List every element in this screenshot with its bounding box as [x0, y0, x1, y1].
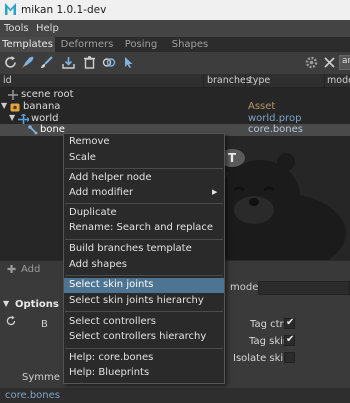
option-label-fragment: B: [41, 319, 48, 330]
toolbar: [0, 52, 350, 74]
cross-node-icon: [8, 90, 18, 100]
tree-item-type: world.prop: [248, 113, 302, 124]
plus-icon[interactable]: ✚: [7, 263, 16, 276]
check-icon: ✔: [286, 334, 295, 345]
mode-label: mode: [230, 282, 259, 293]
menu-item-select-skin-joints[interactable]: Select skin joints: [64, 278, 224, 293]
tab-shapes[interactable]: Shapes: [165, 37, 215, 52]
menubar: Tools Help: [0, 20, 350, 37]
refresh-icon[interactable]: [5, 315, 17, 327]
tab-deformers[interactable]: Deformers: [57, 37, 117, 52]
mode-field[interactable]: [258, 281, 350, 295]
window-title: mikan 1.0.1-dev: [21, 4, 107, 16]
tree-item-label: world: [31, 113, 59, 124]
settings-gear-icon[interactable]: [304, 55, 319, 70]
collapse-arrow-icon[interactable]: ▼: [3, 299, 9, 308]
menu-item-help-core-bones[interactable]: Help: core.bones: [64, 351, 224, 366]
isolate-skin-checkbox[interactable]: [284, 352, 295, 363]
bone-icon: [28, 125, 38, 135]
menu-item-scale[interactable]: Scale: [64, 151, 224, 166]
menu-tools[interactable]: Tools: [4, 23, 29, 34]
search-input[interactable]: ar: [339, 55, 350, 70]
tree-item-type: Asset: [248, 101, 276, 112]
column-mode[interactable]: mode: [327, 75, 350, 86]
tree-item-label: bone: [40, 124, 65, 135]
mascot-bear-image: T: [210, 149, 346, 263]
tools-icon[interactable]: [322, 55, 337, 70]
tree-item-label: scene root: [21, 89, 74, 100]
menu-help[interactable]: Help: [36, 23, 59, 34]
menu-item-select-skin-joints-hierarchy[interactable]: Select skin joints hierarchy: [64, 294, 224, 309]
refresh-icon[interactable]: [3, 55, 18, 70]
tab-templates[interactable]: Templates: [0, 37, 55, 52]
option-label-fragment: Symme: [22, 372, 60, 383]
tag-ctrl-checkbox[interactable]: ✔: [284, 317, 295, 329]
svg-text:T: T: [228, 151, 237, 165]
menu-item-select-controllers-hierarchy[interactable]: Select controllers hierarchy: [64, 330, 224, 345]
isolate-skin-label: Isolate skin: [233, 353, 290, 364]
menu-item-duplicate[interactable]: Duplicate: [64, 206, 224, 221]
menu-item-build-branches-template[interactable]: Build branches template: [64, 242, 224, 257]
menu-item-add-modifier[interactable]: Add modifier: [64, 186, 224, 201]
copy-link-icon[interactable]: [101, 55, 116, 70]
column-id[interactable]: id: [3, 75, 12, 86]
trash-icon[interactable]: [82, 55, 97, 70]
status-bar: core.bones: [0, 388, 350, 403]
select-arrow-icon[interactable]: [121, 55, 136, 70]
menu-item-help-blueprints[interactable]: Help: Blueprints: [64, 366, 224, 381]
add-label[interactable]: Add: [21, 264, 40, 275]
tree-row[interactable]: ▼ banana Asset: [0, 101, 350, 113]
tab-posing[interactable]: Posing: [119, 37, 163, 52]
tree-item-label: banana: [23, 101, 61, 112]
status-text: core.bones: [5, 390, 61, 401]
window-titlebar: mikan 1.0.1-dev: [0, 0, 350, 20]
rocket-icon[interactable]: [20, 55, 35, 70]
menu-item-rename[interactable]: Rename: Search and replace: [64, 221, 224, 236]
expand-arrow-icon[interactable]: ▼: [9, 113, 15, 122]
tree-item-type: core.bones: [248, 124, 304, 135]
menu-item-remove[interactable]: Remove: [64, 135, 224, 150]
context-menu: Remove Scale Add helper node Add modifie…: [63, 133, 225, 384]
asset-box-icon: [10, 103, 20, 112]
menu-item-add-shapes[interactable]: Add shapes: [64, 258, 224, 273]
options-title: Options: [15, 299, 59, 310]
column-type[interactable]: type: [249, 75, 270, 86]
tag-ctrl-label: Tag ctrl: [250, 319, 287, 330]
menu-item-add-helper-node[interactable]: Add helper node: [64, 171, 224, 186]
tab-bar: Templates Deformers Posing Shapes: [0, 37, 350, 52]
menu-item-select-controllers[interactable]: Select controllers: [64, 315, 224, 330]
app-logo-icon: [5, 3, 16, 15]
check-icon: ✔: [286, 317, 295, 328]
brush-icon[interactable]: [39, 55, 54, 70]
tag-skin-checkbox[interactable]: ✔: [284, 334, 295, 346]
expand-arrow-icon[interactable]: ▼: [1, 101, 7, 110]
submenu-arrow-icon: ▶: [212, 188, 218, 196]
tree-row[interactable]: scene root: [0, 89, 350, 101]
import-icon[interactable]: [61, 55, 76, 70]
tree-column-header: id branches type mode: [0, 74, 350, 88]
